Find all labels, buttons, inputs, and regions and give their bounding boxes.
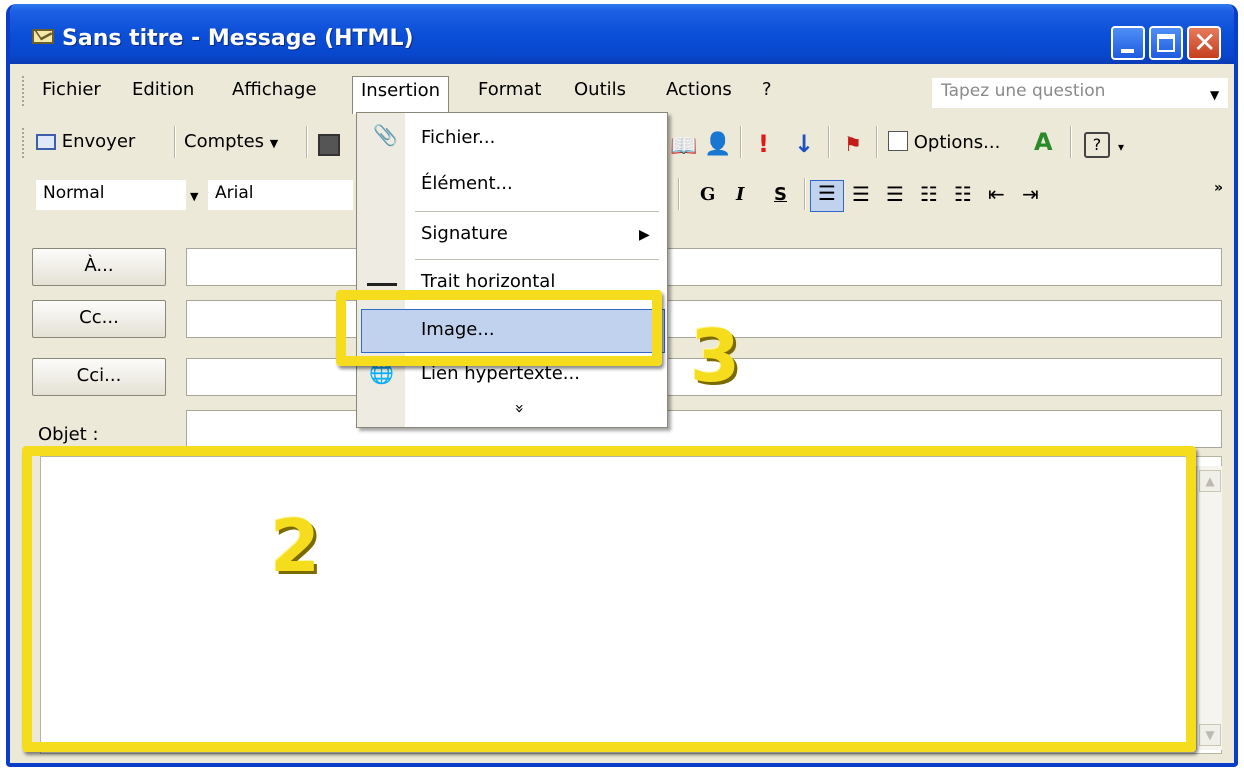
- annotation-box-2: [22, 446, 1196, 752]
- menu-actions[interactable]: Actions: [658, 76, 740, 104]
- menubar-grip[interactable]: [22, 76, 26, 106]
- toolbar-separator: [740, 126, 742, 158]
- send-label: Envoyer: [61, 131, 136, 152]
- horizontal-line-icon: [367, 283, 397, 286]
- accounts-label: Comptes: [184, 131, 265, 152]
- insert-signature-item[interactable]: Signature: [421, 223, 508, 244]
- options-button[interactable]: Options...: [888, 128, 1000, 158]
- underline-button[interactable]: S: [774, 184, 787, 205]
- menu-insertion[interactable]: Insertion: [352, 76, 450, 114]
- envelope-icon: [32, 29, 54, 44]
- menu-help[interactable]: ?: [754, 76, 780, 104]
- bcc-button[interactable]: Cci...: [32, 358, 166, 396]
- toolbar-separator: [174, 126, 176, 158]
- toolbar-separator: [804, 178, 806, 210]
- subject-label: Objet :: [38, 424, 99, 445]
- minimize-icon: [1121, 49, 1134, 53]
- italic-button[interactable]: I: [736, 184, 744, 205]
- chevron-down-icon[interactable]: ▼: [190, 190, 198, 203]
- close-icon: ✕: [1193, 26, 1217, 59]
- cc-button[interactable]: Cc...: [32, 300, 166, 338]
- insert-menu-dropdown: 📎 Fichier... Élément... Signature ▶ Trai…: [356, 112, 668, 428]
- body-scrollbar[interactable]: ▲ ▼: [1196, 466, 1222, 750]
- menu-separator: [415, 259, 659, 260]
- menu-edition[interactable]: Edition: [124, 76, 202, 104]
- toolbar-grip[interactable]: [22, 128, 26, 158]
- paperclip-icon: 📎: [373, 123, 398, 147]
- align-left-icon[interactable]: ☰: [810, 180, 844, 212]
- decrease-indent-icon[interactable]: ⇤: [988, 182, 1005, 206]
- font-color-icon[interactable]: A: [1034, 128, 1053, 156]
- high-importance-icon[interactable]: !: [758, 130, 769, 158]
- to-button[interactable]: À...: [32, 248, 166, 286]
- annotation-box-3: [336, 290, 662, 366]
- insert-hyperlink-item[interactable]: Lien hypertexte...: [421, 363, 580, 384]
- menu-separator: [415, 211, 659, 212]
- minimize-button[interactable]: [1111, 26, 1145, 60]
- chevron-down-icon[interactable]: ▼: [1210, 88, 1219, 102]
- toolbar-separator: [1070, 126, 1072, 158]
- flag-icon[interactable]: ⚑: [844, 132, 862, 156]
- menu-fichier[interactable]: Fichier: [34, 76, 109, 104]
- options-label: Options...: [913, 132, 1001, 153]
- subject-field[interactable]: [186, 410, 1222, 448]
- title-bar[interactable]: Sans titre - Message (HTML) ✕: [10, 4, 1234, 64]
- bullet-list-icon[interactable]: ☷: [954, 182, 972, 206]
- maximize-icon: [1157, 34, 1175, 52]
- menu-outils[interactable]: Outils: [566, 76, 634, 104]
- toolbar-separator: [876, 126, 878, 158]
- toolbar-separator: [678, 178, 680, 210]
- low-importance-icon[interactable]: ↓: [794, 130, 814, 158]
- scroll-down-icon[interactable]: ▼: [1199, 724, 1221, 746]
- options-icon: [888, 131, 908, 151]
- expand-menu-icon[interactable]: »: [510, 404, 529, 414]
- toolbar-separator: [306, 126, 308, 158]
- annotation-number-2: 2: [270, 504, 321, 588]
- question-input[interactable]: Tapez une question: [932, 78, 1228, 108]
- maximize-button[interactable]: [1149, 26, 1183, 60]
- send-icon: [36, 134, 56, 150]
- dropdown-arrow-icon: ▼: [269, 137, 279, 150]
- style-select[interactable]: Normal: [36, 180, 186, 210]
- submenu-arrow-icon: ▶: [639, 227, 650, 243]
- close-button[interactable]: ✕: [1187, 26, 1221, 60]
- menu-bar: Fichier Edition Affichage Insertion Form…: [10, 64, 1234, 116]
- scroll-up-icon[interactable]: ▲: [1199, 470, 1221, 492]
- toolbar-options-chevron-icon[interactable]: ▾: [1118, 140, 1124, 154]
- toolbar-separator: [828, 126, 830, 158]
- insert-horizontal-line-item[interactable]: Trait horizontal: [421, 271, 555, 292]
- insert-item-item[interactable]: Élément...: [421, 173, 513, 194]
- toolbar-overflow-icon[interactable]: »: [1214, 180, 1223, 196]
- font-select[interactable]: Arial: [208, 180, 353, 210]
- accounts-button[interactable]: Comptes ▼: [184, 128, 278, 158]
- menu-format[interactable]: Format: [470, 76, 549, 104]
- window-title: Sans titre - Message (HTML): [62, 26, 414, 51]
- menu-affichage[interactable]: Affichage: [224, 76, 325, 104]
- align-center-icon[interactable]: ☰: [852, 182, 870, 206]
- bold-button[interactable]: G: [700, 184, 715, 205]
- help-icon[interactable]: ?: [1084, 132, 1110, 158]
- send-button[interactable]: Envoyer: [36, 128, 135, 158]
- save-icon[interactable]: [318, 134, 340, 156]
- address-book-icon[interactable]: 📖: [670, 134, 697, 159]
- check-names-icon[interactable]: 👤: [704, 132, 731, 157]
- annotation-number-3: 3: [690, 314, 741, 398]
- to-field[interactable]: [186, 248, 1222, 286]
- insert-file-item[interactable]: Fichier...: [421, 127, 495, 148]
- numbered-list-icon[interactable]: ☷: [920, 182, 938, 206]
- increase-indent-icon[interactable]: ⇥: [1022, 182, 1039, 206]
- align-right-icon[interactable]: ☰: [886, 182, 904, 206]
